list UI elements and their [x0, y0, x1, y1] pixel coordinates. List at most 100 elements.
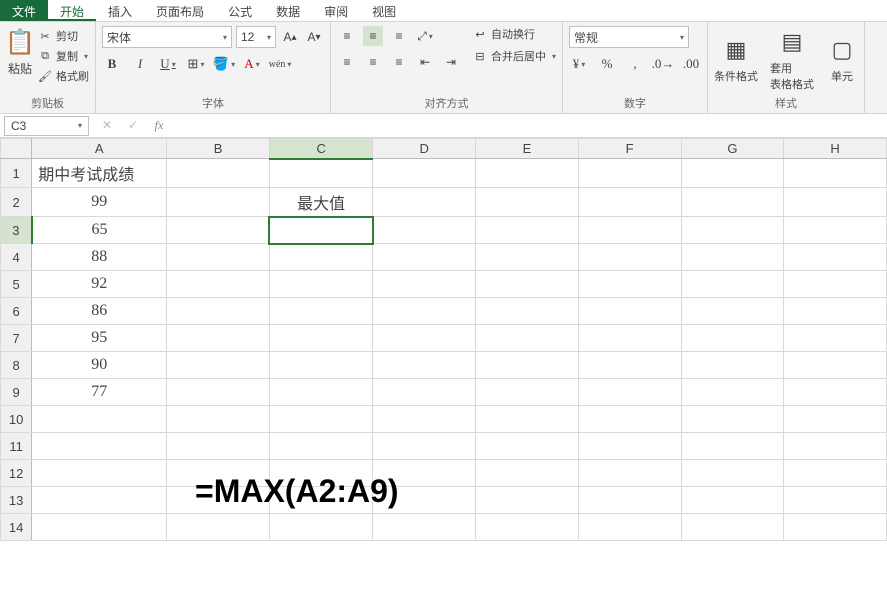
cell-style-button[interactable]: ▢ 单元 [826, 34, 858, 84]
cell-e8[interactable] [476, 352, 579, 379]
cell-a10[interactable] [32, 406, 167, 433]
tab-review[interactable]: 审阅 [312, 0, 360, 21]
cell-b8[interactable] [167, 352, 270, 379]
cell-a11[interactable] [32, 433, 167, 460]
cell-g1[interactable] [681, 159, 784, 188]
font-size-select[interactable]: 12▾ [236, 26, 276, 48]
row-header-1[interactable]: 1 [1, 159, 32, 188]
format-painter-button[interactable]: 🖌格式刷 [38, 68, 89, 84]
cell-c2[interactable]: 最大值 [269, 188, 372, 217]
cell-b10[interactable] [167, 406, 270, 433]
cell-h3[interactable] [784, 217, 887, 244]
cell-a9[interactable]: 77 [32, 379, 167, 406]
cell-c10[interactable] [269, 406, 372, 433]
cell-c8[interactable] [269, 352, 372, 379]
cell-b1[interactable] [167, 159, 270, 188]
align-left-button[interactable]: ≡ [337, 52, 357, 72]
cell-g2[interactable] [681, 188, 784, 217]
cell-c6[interactable] [269, 298, 372, 325]
cell-e1[interactable] [476, 159, 579, 188]
cell-e9[interactable] [476, 379, 579, 406]
row-header-2[interactable]: 2 [1, 188, 32, 217]
cell-d14[interactable] [373, 514, 476, 541]
merge-center-button[interactable]: ⊟合并后居中▾ [473, 48, 556, 64]
cell-b5[interactable] [167, 271, 270, 298]
conditional-format-button[interactable]: ▦ 条件格式 [714, 34, 758, 84]
cell-b7[interactable] [167, 325, 270, 352]
cell-e14[interactable] [476, 514, 579, 541]
cell-c1[interactable] [269, 159, 372, 188]
row-header-6[interactable]: 6 [1, 298, 32, 325]
cell-a4[interactable]: 88 [32, 244, 167, 271]
cell-g13[interactable] [681, 487, 784, 514]
formula-input[interactable] [177, 116, 887, 136]
cell-h7[interactable] [784, 325, 887, 352]
cell-h1[interactable] [784, 159, 887, 188]
tab-file[interactable]: 文件 [0, 0, 48, 21]
cell-g3[interactable] [681, 217, 784, 244]
cell-c5[interactable] [269, 271, 372, 298]
italic-button[interactable]: I [130, 54, 150, 74]
row-header-14[interactable]: 14 [1, 514, 32, 541]
spreadsheet-grid[interactable]: A B C D E F G H 1期中考试成绩 299最大值 365 488 5… [0, 138, 887, 541]
cell-a13[interactable] [32, 487, 167, 514]
col-header-b[interactable]: B [167, 139, 270, 159]
cell-a8[interactable]: 90 [32, 352, 167, 379]
cell-b14[interactable] [167, 514, 270, 541]
cell-a2[interactable]: 99 [32, 188, 167, 217]
cell-d10[interactable] [373, 406, 476, 433]
row-header-3[interactable]: 3 [1, 217, 32, 244]
cell-d9[interactable] [373, 379, 476, 406]
cell-f1[interactable] [578, 159, 681, 188]
cell-b3[interactable] [167, 217, 270, 244]
cell-h11[interactable] [784, 433, 887, 460]
cell-b11[interactable] [167, 433, 270, 460]
cell-e10[interactable] [476, 406, 579, 433]
increase-decimal-button[interactable]: .0→ [653, 54, 673, 74]
row-header-12[interactable]: 12 [1, 460, 32, 487]
currency-button[interactable]: ¥▾ [569, 54, 589, 74]
col-header-a[interactable]: A [32, 139, 167, 159]
cell-h13[interactable] [784, 487, 887, 514]
cell-g8[interactable] [681, 352, 784, 379]
col-header-c[interactable]: C [269, 139, 372, 159]
cancel-formula-button[interactable]: ✕ [99, 118, 115, 133]
row-header-5[interactable]: 5 [1, 271, 32, 298]
cell-g11[interactable] [681, 433, 784, 460]
align-top-button[interactable]: ≡ [337, 26, 357, 46]
cell-d7[interactable] [373, 325, 476, 352]
cell-a3[interactable]: 65 [32, 217, 167, 244]
col-header-g[interactable]: G [681, 139, 784, 159]
number-format-select[interactable]: 常规▾ [569, 26, 689, 48]
cell-f10[interactable] [578, 406, 681, 433]
row-header-10[interactable]: 10 [1, 406, 32, 433]
border-button[interactable]: ⊞▾ [186, 54, 206, 74]
cell-d4[interactable] [373, 244, 476, 271]
cell-c4[interactable] [269, 244, 372, 271]
cell-b4[interactable] [167, 244, 270, 271]
cell-e13[interactable] [476, 487, 579, 514]
cell-g9[interactable] [681, 379, 784, 406]
cell-f7[interactable] [578, 325, 681, 352]
cell-d1[interactable] [373, 159, 476, 188]
name-box[interactable]: C3▾ [4, 116, 89, 136]
cell-h6[interactable] [784, 298, 887, 325]
cell-f5[interactable] [578, 271, 681, 298]
align-center-button[interactable]: ≡ [363, 52, 383, 72]
cell-f8[interactable] [578, 352, 681, 379]
paste-icon[interactable]: 📋 [6, 26, 34, 58]
cell-a5[interactable]: 92 [32, 271, 167, 298]
cell-g4[interactable] [681, 244, 784, 271]
select-all-corner[interactable] [1, 139, 32, 159]
tab-data[interactable]: 数据 [264, 0, 312, 21]
cell-g12[interactable] [681, 460, 784, 487]
cell-d5[interactable] [373, 271, 476, 298]
copy-button[interactable]: ⧉复制▾ [38, 48, 89, 64]
row-header-4[interactable]: 4 [1, 244, 32, 271]
cell-h2[interactable] [784, 188, 887, 217]
cell-h4[interactable] [784, 244, 887, 271]
cell-f9[interactable] [578, 379, 681, 406]
comma-button[interactable]: , [625, 54, 645, 74]
cell-d12[interactable] [373, 460, 476, 487]
row-header-7[interactable]: 7 [1, 325, 32, 352]
